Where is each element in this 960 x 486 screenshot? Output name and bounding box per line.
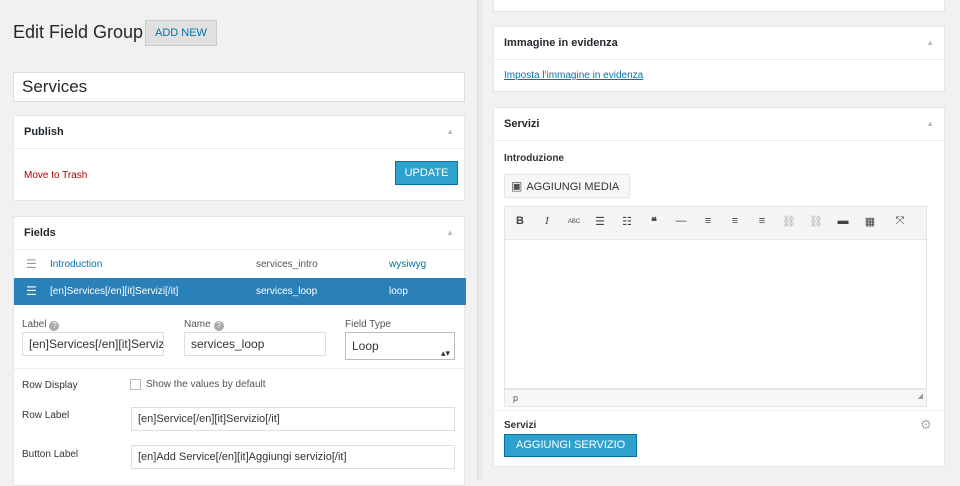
previous-box-bottom [493,0,945,12]
horizontal-rule-icon[interactable]: — [674,215,688,227]
collapse-caret-icon[interactable]: ▲ [446,116,454,148]
field-row-introduction[interactable]: ☰ Introduction services_intro wysiwyg [14,251,466,278]
editor-path[interactable]: p [513,393,518,403]
button-label-input[interactable]: [en]Add Service[/en][it]Aggiungi servizi… [131,445,455,469]
move-to-trash-link[interactable]: Move to Trash [24,170,87,181]
field-type-caption: Field Type [345,319,391,330]
add-media-label: AGGIUNGI MEDIA [526,181,620,193]
loop-label: Servizi [504,420,537,431]
align-left-icon[interactable]: ≡ [701,215,715,227]
resize-handle-icon[interactable]: ◢ [918,389,923,405]
help-icon[interactable]: ? [49,321,60,331]
add-service-button[interactable]: AGGIUNGI SERVIZIO [504,434,638,457]
field-row-label[interactable]: Introduction [50,251,102,278]
featured-image-header[interactable]: Immagine in evidenza ▲ [494,27,944,60]
add-new-button[interactable]: ADD NEW [145,20,217,46]
divider [14,368,466,369]
field-row-name: services_intro [256,259,318,270]
drag-handle-icon[interactable]: ☰ [26,251,37,278]
field-type-value: Loop [352,339,379,353]
servizi-box: Servizi ▲ Introduzione ▣ AGGIUNGI MEDIA B… [493,107,945,467]
right-pane: Immagine in evidenza ▲ Imposta l'immagin… [482,0,960,480]
fields-box: Fields ▲ ☰ Introduction services_intro w… [13,216,466,486]
align-right-icon[interactable]: ≡ [755,215,769,227]
servizi-heading: Servizi [504,118,540,130]
strikethrough-icon[interactable]: ABC [567,219,581,225]
label-input[interactable]: [en]Services[/en][it]Servizi[/it] [22,332,164,356]
row-label-input[interactable]: [en]Service[/en][it]Servizio[/it] [131,407,455,431]
italic-icon[interactable]: I [540,215,554,227]
introduzione-label: Introduzione [504,153,564,164]
divider [494,410,944,411]
media-icon: ▣ [511,179,523,193]
drag-handle-icon[interactable]: ☰ [26,278,37,305]
help-icon[interactable]: ? [213,321,224,331]
collapse-caret-icon[interactable]: ▲ [926,27,934,59]
blockquote-icon[interactable]: ❝ [647,215,661,228]
add-media-button[interactable]: ▣ AGGIUNGI MEDIA [504,174,631,198]
left-pane: Edit Field Group ADD NEW Services Publis… [0,0,478,486]
bold-icon[interactable]: B [513,215,527,227]
collapse-caret-icon[interactable]: ▲ [446,217,454,249]
field-row-label[interactable]: [en]Services[/en][it]Servizi[/it] [50,278,178,305]
field-row-type: wysiwyg [389,259,427,270]
field-group-title-input[interactable]: Services [13,72,465,102]
button-label-caption: Button Label [22,449,79,460]
label-caption-text: Label [22,319,47,330]
fields-heading: Fields [24,227,56,239]
bullet-list-icon[interactable]: ☰ [593,215,607,228]
name-caption-text: Name [184,319,211,330]
row-display-label: Row Display [22,380,78,391]
label-caption: Label? [22,319,60,331]
toolbar-toggle-icon[interactable]: ▦ [863,215,877,228]
fullscreen-icon[interactable]: ⤧ [893,215,907,228]
align-center-icon[interactable]: ≡ [728,215,742,227]
field-type-select[interactable]: Loop ▴▾ [345,332,455,360]
publish-box-header[interactable]: Publish ▲ [14,116,464,149]
editor-content-area[interactable] [504,240,927,389]
servizi-box-header[interactable]: Servizi ▲ [494,108,944,141]
field-row-type: loop [389,286,408,297]
page-title: Edit Field Group [13,22,144,42]
show-values-checkbox[interactable] [130,379,141,390]
insert-link-icon[interactable]: ⛓ [782,215,796,228]
featured-image-heading: Immagine in evidenza [504,37,618,49]
numbered-list-icon[interactable]: ☷ [620,215,634,228]
show-values-option-text[interactable]: Show the values by default [146,379,266,390]
gear-icon[interactable]: ⚙ [920,417,932,433]
update-button[interactable]: UPDATE [395,161,458,185]
publish-box: Publish ▲ Move to Trash UPDATE [13,115,465,201]
select-arrow-icon: ▴▾ [440,348,450,358]
featured-image-box: Immagine in evidenza ▲ Imposta l'immagin… [493,26,945,92]
field-row-services[interactable]: ☰ [en]Services[/en][it]Servizi[/it] serv… [14,278,466,305]
collapse-caret-icon[interactable]: ▲ [926,108,934,140]
row-label-caption: Row Label [22,410,70,421]
fields-box-header[interactable]: Fields ▲ [14,217,464,250]
unlink-icon[interactable]: ⛓ [809,215,823,228]
name-caption: Name? [184,319,224,331]
publish-heading: Publish [24,126,64,138]
editor-toolbar: B I ABC ☰ ☷ ❝ — ≡ ≡ ≡ ⛓ ⛓ ▬ ▦ ⤧ [504,206,927,240]
field-row-name: services_loop [256,286,318,297]
read-more-icon[interactable]: ▬ [836,215,850,227]
editor-status-bar: p ◢ [504,389,927,407]
set-featured-image-link[interactable]: Imposta l'immagine in evidenza [504,70,643,81]
name-input[interactable]: services_loop [184,332,326,356]
